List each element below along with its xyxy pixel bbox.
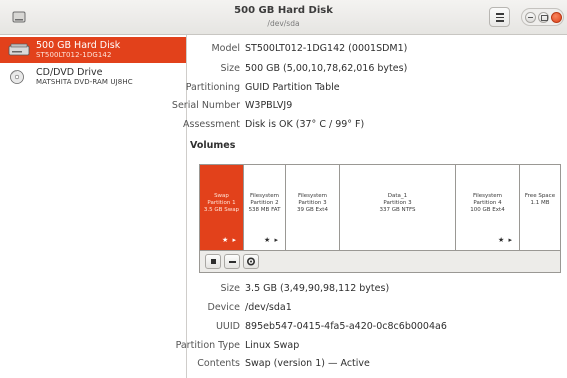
model-value: ST500LT012-1DG142 (0001SDM1) — [245, 43, 408, 54]
partition-flags: ★ ▸ — [263, 236, 279, 244]
partitioning-value: GUID Partition Table — [245, 82, 340, 93]
uuid-value: 895eb547-0415-4fa5-a420-0c8c6b0004a6 — [245, 321, 447, 332]
partition-flags: ★ ▸ — [221, 236, 237, 244]
drive-name: CD/DVD Drive — [36, 67, 103, 78]
free-space[interactable]: Free Space 1.1 MB — [520, 165, 560, 250]
stop-button[interactable] — [205, 254, 221, 269]
partition-size: 3.5 GB Swap — [203, 207, 240, 213]
close-icon[interactable] — [551, 12, 562, 23]
hard-disk-icon — [8, 43, 30, 56]
drive-name: 500 GB Hard Disk — [36, 40, 121, 51]
optical-drive-icon — [10, 70, 24, 84]
partition-type-value: Linux Swap — [245, 340, 300, 351]
partition-size: 39 GB Ext4 — [297, 207, 328, 213]
partition-size: 337 GB NTFS — [379, 207, 416, 213]
partition-title: Filesystem — [249, 193, 280, 199]
device-value: /dev/sda1 — [245, 302, 292, 313]
assessment-label: Assessment — [183, 119, 240, 130]
menu-button[interactable] — [489, 7, 510, 27]
window-title: 500 GB Hard Disk — [234, 5, 333, 16]
partition-title: Free Space — [524, 193, 556, 199]
minimize-icon[interactable] — [525, 12, 536, 23]
device-label: Device — [207, 302, 241, 313]
partition-number: Partition 3 — [298, 200, 327, 206]
partition-number: Partition 2 — [250, 200, 279, 206]
size-label: Size — [220, 63, 240, 74]
drives-sidebar: 500 GB Hard Disk ST500LT012-1DG142 CD/DV… — [0, 35, 187, 378]
delete-partition-button[interactable] — [224, 254, 240, 269]
partition-number: Partition 4 — [473, 200, 502, 206]
volume-size-value: 3.5 GB (3,49,90,98,112 bytes) — [245, 283, 390, 294]
partition-title: Filesystem — [472, 193, 503, 199]
partition-4[interactable]: Filesystem Partition 4 100 GB Ext4 ★ ▸ — [456, 165, 520, 250]
drive-detail: ST500LT012-1DG142 — [36, 51, 112, 59]
sidebar-item-hard-disk[interactable]: 500 GB Hard Disk ST500LT012-1DG142 — [0, 37, 186, 63]
partition-number: Partition 3 — [383, 200, 412, 206]
volumes-graph: Swap Partition 1 3.5 GB Swap ★ ▸ Filesys… — [199, 164, 561, 251]
volumes-heading: Volumes — [190, 140, 236, 151]
stop-icon — [211, 259, 216, 264]
partition-title: Swap — [214, 193, 229, 199]
partition-data-1[interactable]: Data_1 Partition 3 337 GB NTFS — [340, 165, 456, 250]
drive-detail: MATSHITA DVD-RAM UJ8HC — [36, 78, 133, 86]
serial-value: W3PBLVJ9 — [245, 100, 293, 111]
partition-size: 538 MB FAT — [248, 207, 281, 213]
header-bar: 500 GB Hard Disk /dev/sda — [0, 0, 567, 35]
contents-label: Contents — [197, 358, 240, 369]
model-label: Model — [211, 43, 240, 54]
window-controls — [521, 8, 564, 26]
sidebar-item-optical-drive[interactable]: CD/DVD Drive MATSHITA DVD-RAM UJ8HC — [0, 64, 186, 90]
partition-number: Partition 1 — [207, 200, 236, 206]
partition-type-label: Partition Type — [175, 340, 240, 351]
partition-2[interactable]: Filesystem Partition 2 538 MB FAT ★ ▸ — [244, 165, 286, 250]
partition-3[interactable]: Filesystem Partition 3 39 GB Ext4 — [286, 165, 340, 250]
partitioning-label: Partitioning — [185, 82, 240, 93]
contents-value: Swap (version 1) — Active — [245, 358, 370, 369]
partition-flags: ★ ▸ — [497, 236, 513, 244]
serial-label: Serial Number — [171, 100, 240, 111]
gears-icon — [246, 257, 256, 266]
window-subtitle: /dev/sda — [267, 19, 300, 28]
partition-title: Data_1 — [387, 193, 408, 199]
size-value: 500 GB (5,00,10,78,62,016 bytes) — [245, 63, 408, 74]
maximize-icon[interactable] — [538, 12, 549, 23]
partition-size: 1.1 MB — [530, 200, 550, 206]
more-actions-button[interactable] — [243, 254, 259, 269]
partition-size: 100 GB Ext4 — [470, 207, 505, 213]
minus-icon — [229, 261, 236, 263]
partition-1[interactable]: Swap Partition 1 3.5 GB Swap ★ ▸ — [200, 165, 244, 250]
volume-size-label: Size — [220, 283, 240, 294]
assessment-value: Disk is OK (37° C / 99° F) — [245, 119, 365, 130]
partition-title: Filesystem — [297, 193, 328, 199]
uuid-label: UUID — [215, 321, 240, 332]
volume-toolbar — [199, 251, 561, 273]
